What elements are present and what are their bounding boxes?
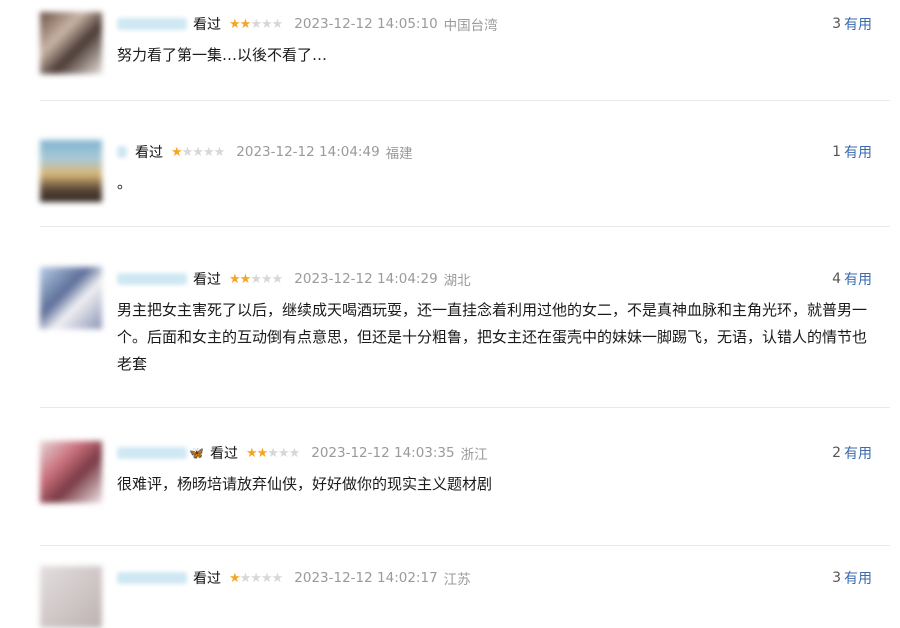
comment-location: 浙江 [460,447,488,463]
useful-label: 有用 [844,272,872,288]
divider [40,226,890,227]
watched-label: 看过 [193,272,221,288]
comment-meta: 看过 ★★★★★ 2023-12-12 14:05:10 中国台湾 [117,12,498,36]
useful-label: 有用 [844,145,872,161]
useful-count: 3 [832,570,841,586]
useful-count: 3 [832,16,841,32]
useful-count: 2 [832,445,841,461]
useful-button[interactable]: 1 有用 [832,140,872,164]
rating-stars: ★★★★★ [171,144,225,160]
comment-text: 男主把女主害死了以后，继续成天喝酒玩耍，还一直挂念着利用过他的女二，不是真神血脉… [117,301,868,373]
comment-location: 福建 [385,146,413,162]
useful-label: 有用 [844,17,872,33]
avatar[interactable] [40,12,102,74]
comment-text: 很难评，杨旸培请放弃仙侠，好好做你的现实主义题材剧 [117,475,493,493]
username-blurred[interactable] [117,273,187,285]
watched-label: 看过 [193,571,221,587]
comment-time: 2023-12-12 14:05:10 [294,16,438,32]
useful-button[interactable]: 2 有用 [832,441,872,465]
comment-meta: 看过 ★★★★★ 2023-12-12 14:02:17 江苏 [117,566,471,590]
useful-label: 有用 [844,571,872,587]
comment-time: 2023-12-12 14:02:17 [294,570,438,586]
comment-location: 江苏 [443,572,471,588]
divider [40,100,890,101]
avatar[interactable] [40,267,102,329]
divider [40,545,890,546]
comment-time: 2023-12-12 14:04:49 [236,144,380,160]
comment-location: 湖北 [443,273,471,289]
comment-location: 中国台湾 [443,18,498,34]
username-blurred[interactable] [117,447,187,459]
butterfly-icon: 🦋 [189,446,204,460]
comment-time: 2023-12-12 14:04:29 [294,271,438,287]
avatar[interactable] [40,140,102,202]
avatar[interactable] [40,566,102,628]
useful-count: 1 [832,144,841,160]
comment-meta: 🦋 看过 ★★★★★ 2023-12-12 14:03:35 浙江 [117,441,488,465]
rating-stars: ★★★★★ [229,271,283,287]
useful-button[interactable]: 3 有用 [832,566,872,590]
rating-stars: ★★★★★ [229,570,283,586]
rating-stars: ★★★★★ [245,445,300,461]
watched-label: 看过 [209,446,238,462]
rating-stars: ★★★★★ [229,16,283,32]
comment-meta: 看过 ★★★★★ 2023-12-12 14:04:49 福建 [117,140,413,164]
comment-time: 2023-12-12 14:03:35 [311,445,455,461]
avatar[interactable] [40,441,102,503]
useful-count: 4 [832,271,841,287]
comment-text: 。 [117,174,133,192]
comment-text: 努力看了第一集…以後不看了… [117,46,328,64]
username-blurred[interactable] [117,18,187,30]
divider [40,407,890,408]
comment-meta: 看过 ★★★★★ 2023-12-12 14:04:29 湖北 [117,267,471,291]
useful-button[interactable]: 4 有用 [832,267,872,291]
useful-label: 有用 [844,446,872,462]
useful-button[interactable]: 3 有用 [832,12,872,36]
username-blurred[interactable] [117,146,127,158]
watched-label: 看过 [135,145,163,161]
username-blurred[interactable] [117,572,187,584]
watched-label: 看过 [193,17,221,33]
